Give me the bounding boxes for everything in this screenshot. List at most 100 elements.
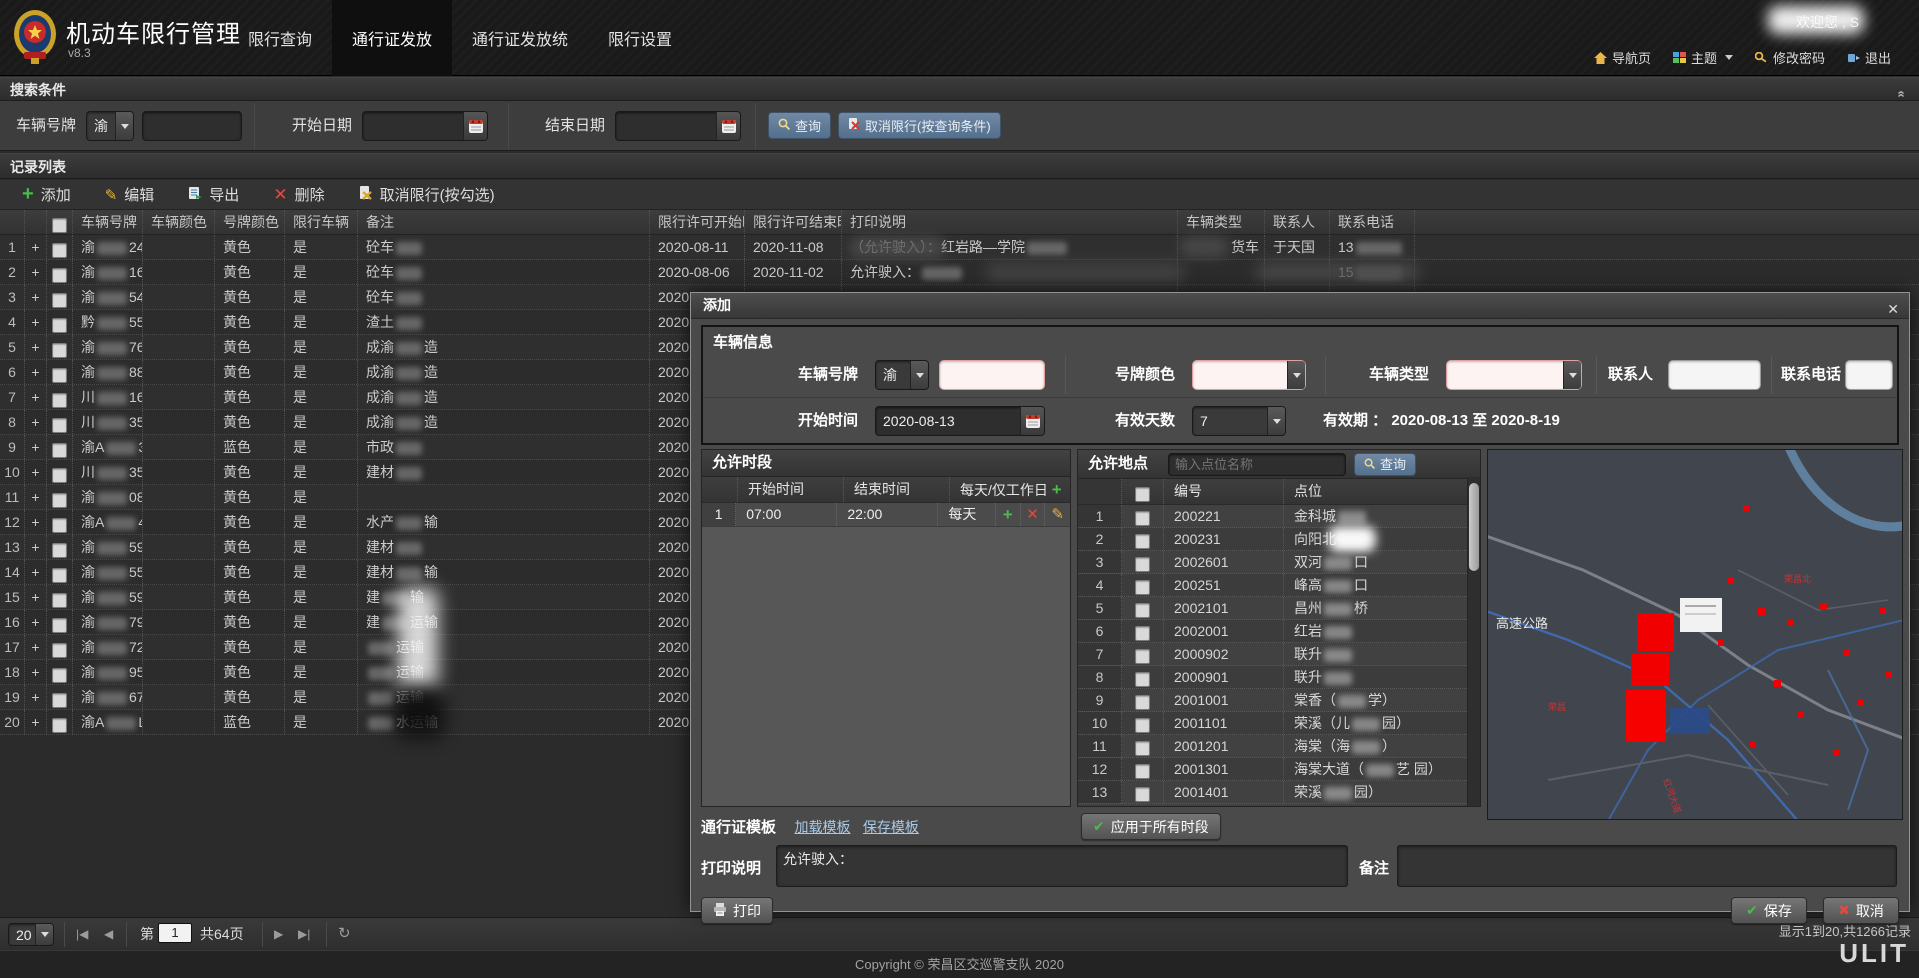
col-frequency[interactable]: 每天/仅工作日 + [950,477,1070,502]
row-checkbox[interactable] [52,393,67,408]
dlg-start-date-input[interactable]: 2020-08-13 [875,406,1045,436]
expand-icon[interactable]: + [25,710,47,734]
expand-icon[interactable]: + [25,260,47,284]
row-checkbox[interactable] [52,443,67,458]
expand-icon[interactable]: + [25,460,47,484]
row-checkbox[interactable] [52,668,67,683]
locations-scrollbar[interactable] [1467,477,1480,806]
row-checkbox[interactable] [52,618,67,633]
row-checkbox[interactable] [52,293,67,308]
edit-button[interactable]: ✎编辑 [105,184,155,205]
location-row[interactable]: 2 200231 向阳北 [1078,528,1469,551]
tab-permit-stats[interactable]: 通行证发放统 [452,0,588,76]
row-checkbox[interactable] [52,518,67,533]
expand-icon[interactable]: + [25,335,47,359]
location-query-button[interactable]: 查询 [1354,453,1416,476]
location-row[interactable]: 7 2000902 联升 [1078,643,1469,666]
page-size-select[interactable]: 20 [8,923,54,946]
tab-restriction-settings[interactable]: 限行设置 [588,0,692,76]
col-plate[interactable]: 车辆号牌 [73,210,143,234]
expand-icon[interactable]: + [25,585,47,609]
scrollbar-thumb[interactable] [1469,483,1479,571]
cancel-button[interactable]: ✖ 取消 [1823,897,1899,924]
expand-icon[interactable]: + [25,560,47,584]
print-note-textarea[interactable]: 允许驶入： [776,845,1348,887]
location-row[interactable]: 8 2000901 联升 [1078,666,1469,689]
add-button[interactable]: +添加 [22,183,71,206]
location-checkbox[interactable] [1135,534,1150,549]
theme-link[interactable]: 主题 [1673,48,1733,67]
col-location-name[interactable]: 点位 [1284,479,1469,504]
row-checkbox[interactable] [52,318,67,333]
load-template-link[interactable]: 加载模板 [794,819,850,835]
location-checkbox[interactable] [1135,626,1150,641]
location-checkbox[interactable] [1135,557,1150,572]
logout-link[interactable]: 退出 [1847,48,1891,67]
location-row[interactable]: 9 2001001 棠香（学） [1078,689,1469,712]
location-search-input[interactable] [1168,453,1346,476]
location-checkbox[interactable] [1135,672,1150,687]
location-row[interactable]: 6 2002001 红岩 [1078,620,1469,643]
cancel-restriction-checked-button[interactable]: 取消限行(按勾选) [359,184,495,205]
col-time-end[interactable]: 结束时间 [844,477,950,502]
dlg-vtype-select[interactable] [1446,360,1582,390]
expand-icon[interactable]: + [25,660,47,684]
row-checkbox[interactable] [52,693,67,708]
dlg-plate-color-select[interactable] [1192,360,1306,390]
dlg-phone-input[interactable] [1845,360,1893,390]
location-row[interactable]: 13 2001401 荣溪园） [1078,781,1469,804]
expand-icon[interactable]: + [25,510,47,534]
row-checkbox[interactable] [52,543,67,558]
col-permit-end[interactable]: 限行许可结束时间 [745,210,842,234]
location-row[interactable]: 11 2001201 海棠（海） [1078,735,1469,758]
expand-icon[interactable]: + [25,685,47,709]
expand-icon[interactable]: + [25,485,47,509]
expand-icon[interactable]: + [25,635,47,659]
print-button[interactable]: 打印 [701,897,773,924]
end-date-input[interactable] [615,111,741,141]
select-all-locations-checkbox[interactable] [1135,487,1150,502]
col-remark[interactable]: 备注 [358,210,650,234]
dlg-plate-prefix-select[interactable]: 渝 [875,360,929,390]
calendar-icon[interactable] [463,112,487,140]
expand-icon[interactable]: + [25,310,47,334]
map-panel[interactable]: 荣昌 红河大道 荣昌北 高速公路 [1487,449,1903,820]
row-checkbox[interactable] [52,418,67,433]
location-row[interactable]: 3 2002601 双河口 [1078,551,1469,574]
col-vehicle-type[interactable]: 车辆类型 [1178,210,1265,234]
location-checkbox[interactable] [1135,764,1150,779]
location-checkbox[interactable] [1135,580,1150,595]
row-checkbox[interactable] [52,243,67,258]
collapse-icon[interactable]: « [1889,90,1913,97]
row-checkbox[interactable] [52,593,67,608]
location-checkbox[interactable] [1135,695,1150,710]
col-contact[interactable]: 联系人 [1265,210,1330,234]
location-row[interactable]: 4 200251 峰高口 [1078,574,1469,597]
expand-icon[interactable]: + [25,435,47,459]
plate-number-input[interactable] [142,111,242,141]
row-checkbox[interactable] [52,268,67,283]
first-page-button[interactable]: |◀ [76,923,88,945]
query-button[interactable]: 查询 [768,112,831,139]
col-print-note[interactable]: 打印说明 [842,210,1178,234]
location-checkbox[interactable] [1135,649,1150,664]
row-checkbox[interactable] [52,643,67,658]
location-row[interactable]: 1 200221 金科城 [1078,505,1469,528]
table-row[interactable]: 2 + 渝169 黄色 是 砼车 2020-08-06 2020-11-02 允… [0,260,1919,285]
calendar-icon[interactable] [716,112,740,140]
dlg-contact-input[interactable] [1668,360,1761,390]
location-checkbox[interactable] [1135,787,1150,802]
col-phone[interactable]: 联系电话 [1330,210,1415,234]
delete-row-icon[interactable]: ✕ [1021,503,1046,526]
expand-icon[interactable]: + [25,285,47,309]
change-password-link[interactable]: 修改密码 [1755,48,1825,67]
expand-icon[interactable]: + [25,360,47,384]
prev-page-button[interactable]: ◀ [104,923,113,945]
tab-restriction-query[interactable]: 限行查询 [228,0,332,76]
col-time-start[interactable]: 开始时间 [738,477,844,502]
expand-icon[interactable]: + [25,535,47,559]
location-checkbox[interactable] [1135,603,1150,618]
location-checkbox[interactable] [1135,511,1150,526]
save-button[interactable]: ✔ 保存 [1731,897,1807,924]
row-checkbox[interactable] [52,493,67,508]
